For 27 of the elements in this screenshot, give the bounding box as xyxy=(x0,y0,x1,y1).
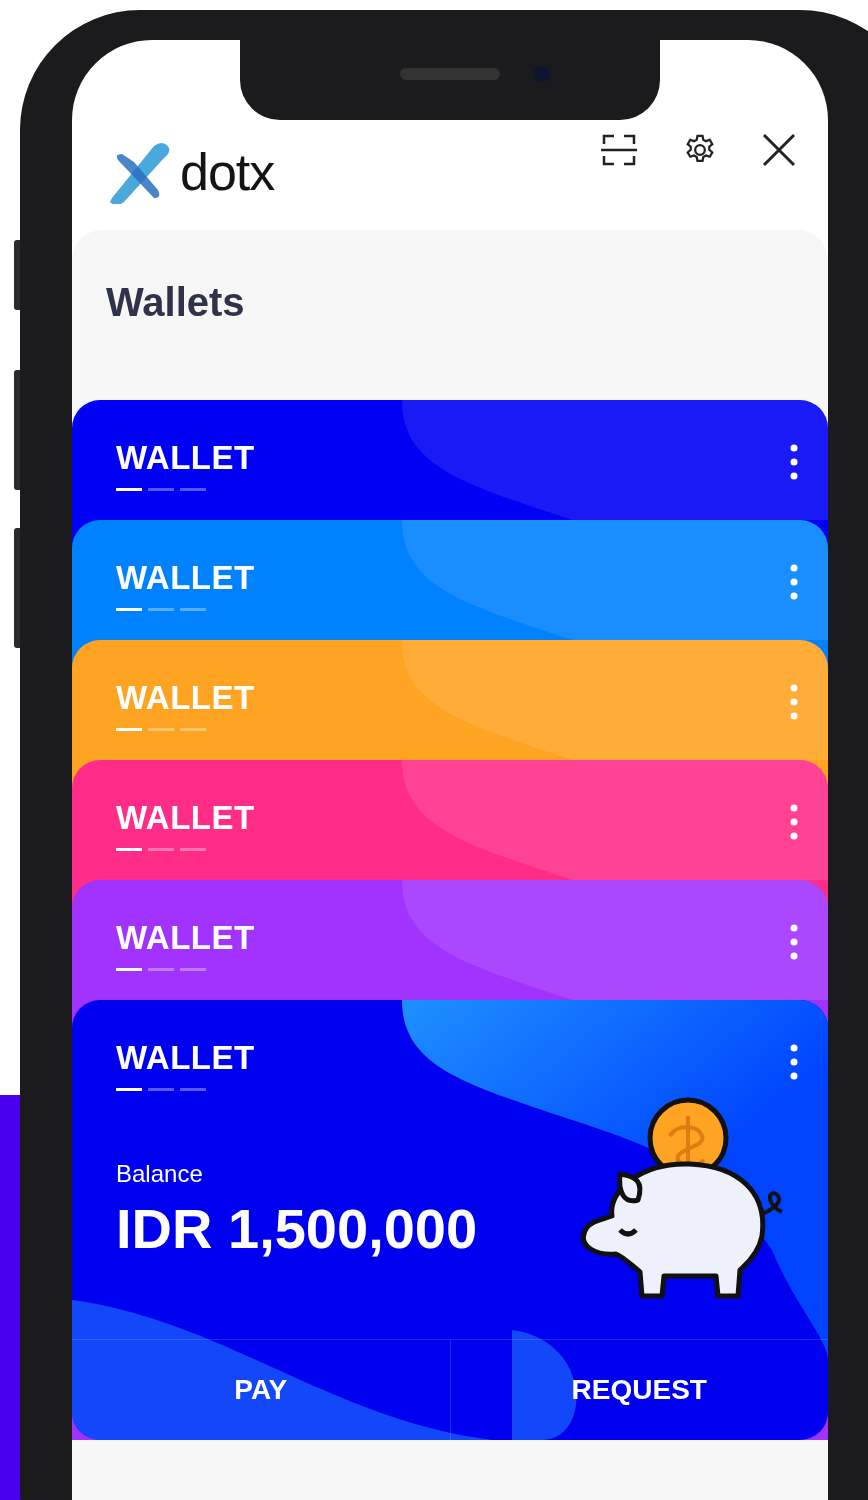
more-icon[interactable] xyxy=(790,444,798,480)
logo-text: dotx xyxy=(180,146,275,198)
page-indicator-icon xyxy=(116,968,206,972)
scan-icon[interactable] xyxy=(600,132,638,168)
wallet-label: WALLET xyxy=(116,799,255,836)
more-icon[interactable] xyxy=(790,924,798,960)
page-indicator-icon xyxy=(116,848,206,852)
wallet-label: WALLET xyxy=(116,439,255,476)
wallet-label: WALLET xyxy=(116,679,255,716)
page-indicator-icon xyxy=(116,608,206,612)
wallet-card[interactable]: WALLET xyxy=(72,520,828,640)
balance-amount: IDR 1,500,000 xyxy=(116,1196,479,1261)
close-icon[interactable] xyxy=(762,133,796,167)
balance-label: Balance xyxy=(116,1160,204,1188)
wallet-card[interactable]: WALLET xyxy=(72,400,828,520)
wallet-card[interactable]: WALLET xyxy=(72,760,828,880)
action-button[interactable]: REQUEST xyxy=(449,1340,828,1440)
page-indicator-icon xyxy=(116,488,206,492)
wallet-label: WALLET xyxy=(116,559,255,596)
wallet-card[interactable]: WALLET Balance IDR 1,500,000 PAY REQUEST xyxy=(72,1000,828,1440)
wallet-label: WALLET xyxy=(116,1039,255,1076)
page-indicator-icon xyxy=(116,1088,206,1092)
more-icon[interactable] xyxy=(790,1044,798,1080)
page-indicator-icon xyxy=(116,728,206,732)
wallet-card[interactable]: WALLET xyxy=(72,880,828,1000)
page-title: Wallets xyxy=(106,279,246,326)
wallet-label: WALLET xyxy=(116,919,255,956)
